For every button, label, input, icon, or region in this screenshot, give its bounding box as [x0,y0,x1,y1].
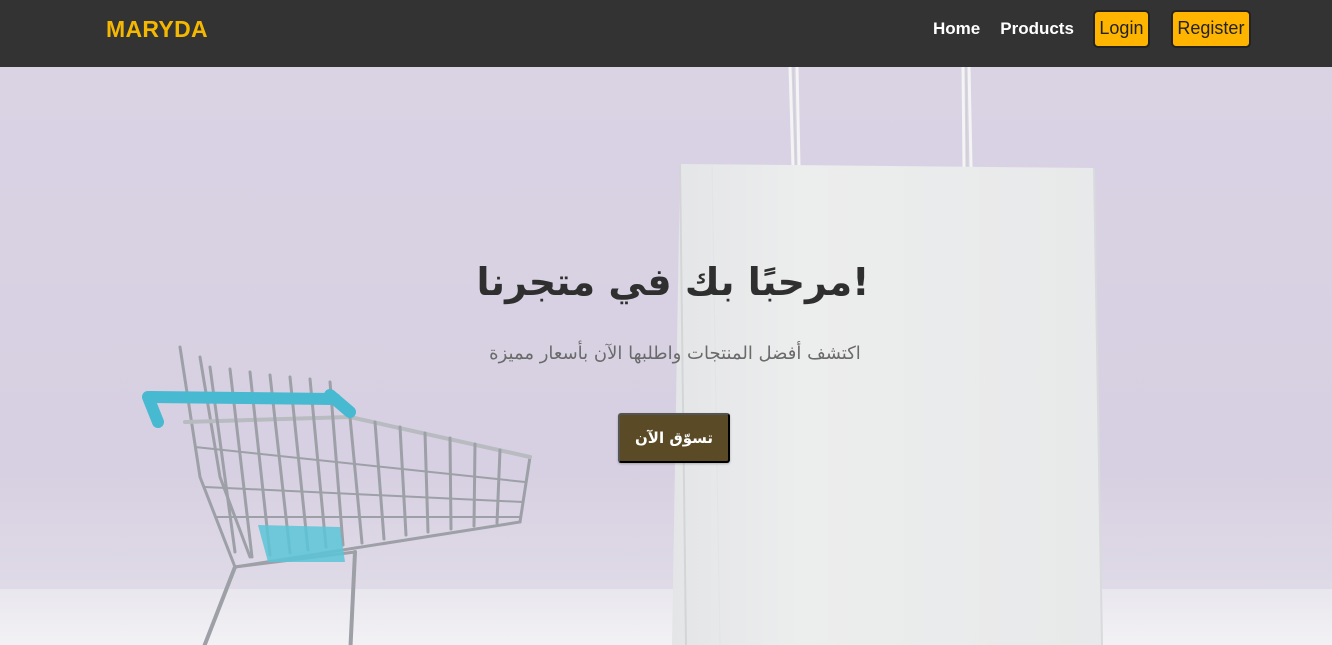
hero-subtitle: اكتشف أفضل المنتجات واطلبها الآن بأسعار … [489,343,861,364]
shopping-cart-icon [142,345,532,645]
nav-link-home[interactable]: Home [933,19,980,39]
shop-now-button[interactable]: تسوّق الآن [618,413,730,463]
login-button[interactable]: Login [1092,9,1150,48]
nav-link-products[interactable]: Products [1000,19,1074,39]
hero-title: !مرحبًا بك في متجرنا [476,260,870,304]
shopping-bag-icon [672,163,1103,645]
bag-handle-right [961,67,973,167]
bag-handle-left [788,67,801,167]
hero-section: !مرحبًا بك في متجرنا اكتشف أفضل المنتجات… [0,67,1332,645]
brand-logo[interactable]: MARYDA [106,16,208,43]
register-button[interactable]: Register [1170,9,1251,48]
top-navbar: MARYDA Home Products Login Register [0,0,1332,67]
nav-links: Home Products Login Register [930,9,1251,48]
